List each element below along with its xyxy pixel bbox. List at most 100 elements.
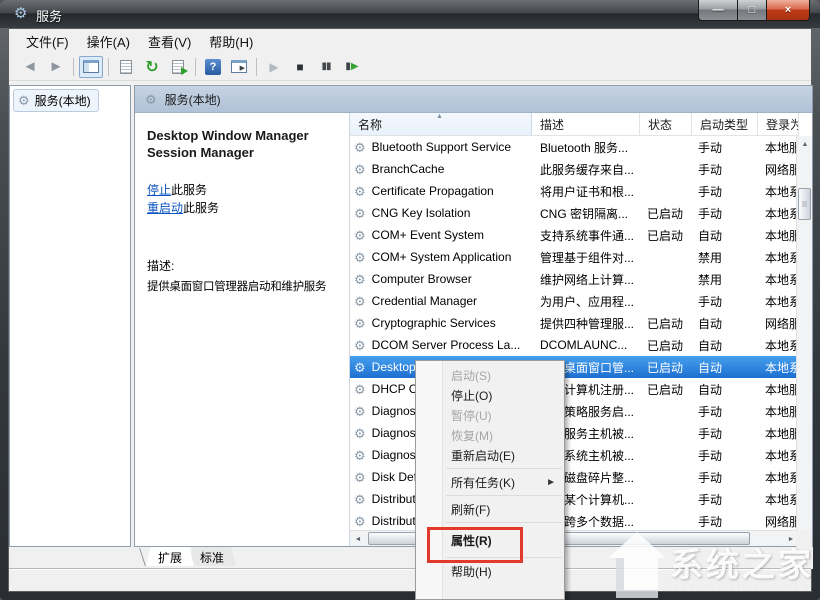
service-row[interactable]: ⚙Cryptographic Services 提供四种管理服... 已启动 自… [350,312,799,334]
start-service-button[interactable]: ▶ [262,56,286,78]
pause-service-icon: ▮▮ [321,61,330,72]
sort-ascending-icon: ▲ [436,113,443,120]
menu-item-刷新[interactable]: 刷新(F) [416,499,564,519]
service-row[interactable]: ⚙Credential Manager 为用户、应用程... 手动 本地系统 [350,290,799,312]
service-gear-icon: ⚙ [354,229,366,242]
menu-file[interactable]: 文件(F) [17,29,78,54]
stop-service-button[interactable]: ■ [288,56,312,78]
service-row[interactable]: ⚙COM+ Event System 支持系统事件通... 已启动 自动 本地服… [350,224,799,246]
description-label: 描述: [147,257,339,274]
back-icon: ◄ [23,58,38,75]
forward-icon: ► [49,58,64,75]
tab-standard[interactable]: 标准 [188,547,236,566]
menu-item-恢复: 恢复(M) [416,425,564,445]
restart-service-button[interactable]: ▮▶ [340,56,364,78]
stop-service-icon: ■ [296,60,303,74]
menu-bar: 文件(F) 操作(A) 查看(V) 帮助(H) [9,29,811,53]
service-gear-icon: ⚙ [354,427,366,440]
pause-service-button[interactable]: ▮▮ [314,56,338,78]
service-gear-icon: ⚙ [354,295,366,308]
restart-link-suffix: 此服务 [183,201,219,215]
vertical-scrollbar[interactable]: ▲ ▼ [796,136,812,557]
minimize-button[interactable]: — [698,0,738,21]
vertical-scroll-thumb[interactable] [798,188,811,220]
tab-extended[interactable]: 扩展 [146,547,194,566]
menu-item-重新启动[interactable]: 重新启动(E) [416,445,564,465]
menu-separator [446,495,562,496]
annotation-highlight-box [427,527,523,563]
menu-separator [446,522,562,523]
menu-view[interactable]: 查看(V) [139,29,200,54]
service-gear-icon: ⚙ [354,317,366,330]
column-header-startup-type[interactable]: 启动类型 [692,113,758,135]
service-gear-icon: ⚙ [354,185,366,198]
restart-service-link[interactable]: 重启动 [147,201,183,215]
submenu-arrow-icon: ► [546,477,556,488]
menu-item-停止[interactable]: 停止(O) [416,385,564,405]
menu-item-帮助[interactable]: 帮助(H) [416,561,564,581]
help-button[interactable]: ? [201,56,225,78]
console-tree-pane: ⚙ 服务(本地) [9,85,131,547]
service-row[interactable]: ⚙CNG Key Isolation CNG 密钥隔离... 已启动 手动 本地… [350,202,799,224]
column-header-description[interactable]: 描述 [532,113,640,135]
tab-divider [139,548,146,566]
close-button[interactable]: × [766,0,810,21]
tree-item-services-local[interactable]: ⚙ 服务(本地) [13,89,99,112]
status-bar [9,568,811,591]
menu-help[interactable]: 帮助(H) [200,29,262,54]
service-gear-icon: ⚙ [354,207,366,220]
service-row[interactable]: ⚙Certificate Propagation 将用户证书和根... 手动 本… [350,180,799,202]
back-button[interactable]: ◄ [18,56,42,78]
menu-separator [446,468,562,469]
toolbar-separator [195,58,196,76]
scroll-up-icon[interactable]: ▲ [797,136,813,152]
toolbar: ◄ ► ↻ ? ▶ ▶ ■ ▮▮ ▮▶ [9,53,811,81]
tree-item-label: 服务(本地) [35,92,91,109]
service-gear-icon: ⚙ [354,339,366,352]
service-row[interactable]: ⚙Computer Browser 维护网络上计算... 禁用 本地系统 [350,268,799,290]
list-header: 名称 ▲ 描述 状态 启动类型 登录为 [350,113,799,136]
service-row[interactable]: ⚙COM+ System Application 管理基于组件对... 禁用 本… [350,246,799,268]
restart-service-icon: ▮▶ [345,61,358,72]
maximize-button[interactable]: □ [738,0,766,21]
service-gear-icon: ⚙ [354,163,366,176]
menu-item-启动: 启动(S) [416,365,564,385]
service-description: 提供桌面窗口管理器启动和维护服务 [147,278,339,294]
refresh-button[interactable]: ↻ [140,56,164,78]
stop-service-link[interactable]: 停止 [147,183,171,197]
pane-header-label: 服务(本地) [165,91,221,108]
service-gear-icon: ⚙ [354,273,366,286]
forward-button[interactable]: ► [44,56,68,78]
action-pane-icon: ▶ [231,60,247,73]
service-row[interactable]: ⚙BranchCache 此服务缓存来自... 手动 网络服务 [350,158,799,180]
service-row[interactable]: ⚙Bluetooth Support Service Bluetooth 服务.… [350,136,799,158]
service-gear-icon: ⚙ [354,251,366,264]
column-header-status[interactable]: 状态 [640,113,692,135]
menu-action[interactable]: 操作(A) [78,29,139,54]
service-gear-icon: ⚙ [354,141,366,154]
toolbar-separator [73,58,74,76]
column-header-logon-as[interactable]: 登录为 [758,113,799,135]
extended-detail-panel: Desktop Window Manager Session Manager 停… [135,113,349,546]
pane-header: ⚙ 服务(本地) [135,86,812,113]
properties-button[interactable] [114,56,138,78]
properties-icon [120,60,132,74]
stop-link-suffix: 此服务 [171,183,207,197]
show-action-pane-button[interactable]: ▶ [227,56,251,78]
menu-item-所有任务[interactable]: 所有任务(K)► [416,472,564,492]
column-header-name[interactable]: 名称 ▲ [350,113,532,135]
export-list-button[interactable] [166,56,190,78]
toolbar-separator [108,58,109,76]
scrollbar-corner [796,530,812,546]
service-row[interactable]: ⚙DCOM Server Process La... DCOMLAUNC... … [350,334,799,356]
refresh-icon: ↻ [145,57,158,77]
scroll-left-icon[interactable]: ◄ [350,531,366,547]
pane-header-gear-icon: ⚙ [145,93,157,106]
services-window: ⚙ 服务 — □ × 文件(F) 操作(A) 查看(V) 帮助(H) ◄ ► ↻… [0,0,820,600]
client-area: 文件(F) 操作(A) 查看(V) 帮助(H) ◄ ► ↻ ? ▶ ▶ ■ ▮▮… [8,28,812,592]
services-gear-icon: ⚙ [18,94,30,107]
console-tree-icon [83,60,99,73]
show-console-tree-button[interactable] [79,56,103,78]
selected-service-title: Desktop Window Manager Session Manager [147,127,339,161]
title-bar[interactable]: ⚙ 服务 — □ × [0,0,820,28]
